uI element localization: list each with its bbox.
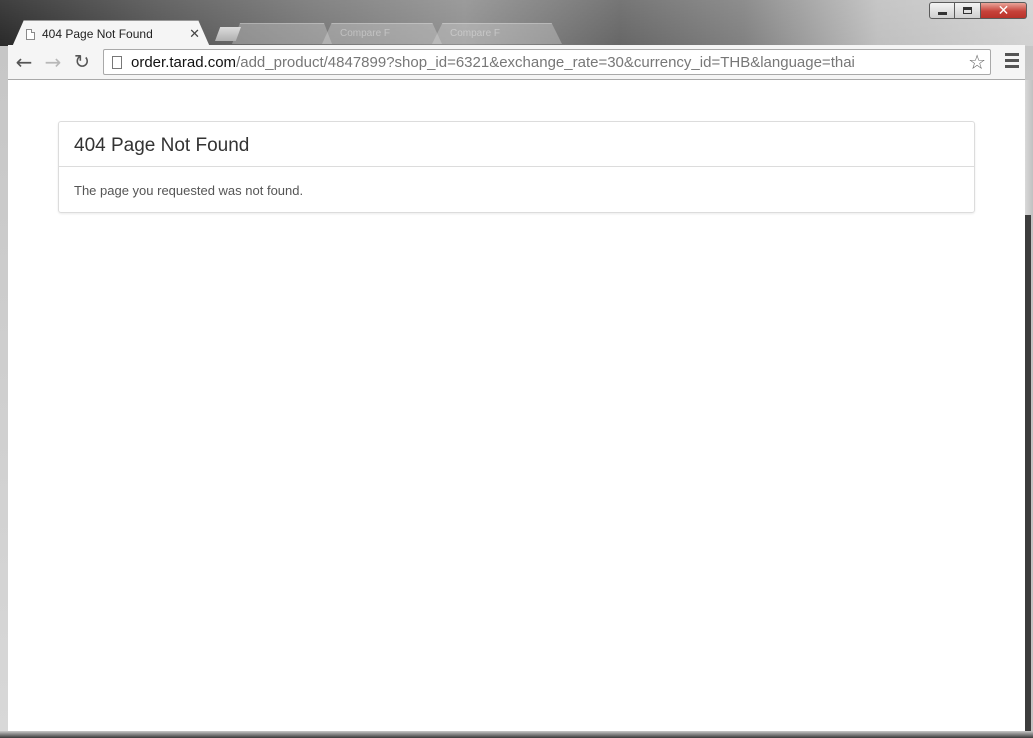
minimize-icon: [937, 12, 947, 15]
back-arrow-icon[interactable]: ←: [12, 50, 36, 74]
page-content: 404 Page Not Found The page you requeste…: [8, 80, 1025, 731]
page-icon: [112, 55, 122, 69]
panel-header: 404 Page Not Found: [59, 122, 974, 167]
page-icon: [26, 28, 35, 40]
browser-toolbar: ← → ↻ order.tarad.com/add_product/484789…: [8, 45, 1025, 80]
browser-window: ✕ Compare F Compare F 404 Page Not Found…: [0, 0, 1033, 738]
tab-background-1[interactable]: [232, 23, 332, 44]
address-bar[interactable]: order.tarad.com/add_product/4847899?shop…: [103, 49, 991, 75]
minimize-button[interactable]: [929, 2, 955, 19]
close-window-button[interactable]: ✕: [981, 2, 1027, 19]
error-panel: 404 Page Not Found The page you requeste…: [58, 121, 975, 213]
window-controls: ✕: [929, 2, 1027, 19]
maximize-button[interactable]: [955, 2, 981, 19]
error-message: The page you requested was not found.: [74, 183, 304, 198]
url-path: /add_product/4847899?shop_id=6321&exchan…: [236, 53, 855, 71]
tab-close-icon[interactable]: ✕: [189, 27, 200, 42]
page-title: 404 Page Not Found: [74, 135, 250, 156]
window-edge-right: [1025, 80, 1033, 731]
url-text[interactable]: order.tarad.com/add_product/4847899?shop…: [131, 54, 968, 71]
tab-background-title: Compare F: [450, 28, 501, 39]
forward-arrow-icon[interactable]: →: [41, 50, 65, 74]
close-icon: ✕: [997, 2, 1010, 19]
tab-title: 404 Page Not Found: [42, 27, 153, 41]
tab-background-3[interactable]: Compare F: [432, 23, 562, 44]
tab-background-title: Compare F: [340, 28, 391, 39]
url-host: order.tarad.com: [131, 53, 237, 71]
tab-background-2[interactable]: Compare F: [322, 23, 442, 44]
star-icon[interactable]: ☆: [968, 50, 986, 74]
reload-icon[interactable]: ↻: [70, 50, 94, 74]
tab-active[interactable]: 404 Page Not Found ✕: [12, 20, 210, 47]
maximize-icon: [963, 7, 972, 14]
hamburger-menu-icon[interactable]: [1005, 53, 1019, 71]
window-edge-bottom: [0, 731, 1033, 738]
